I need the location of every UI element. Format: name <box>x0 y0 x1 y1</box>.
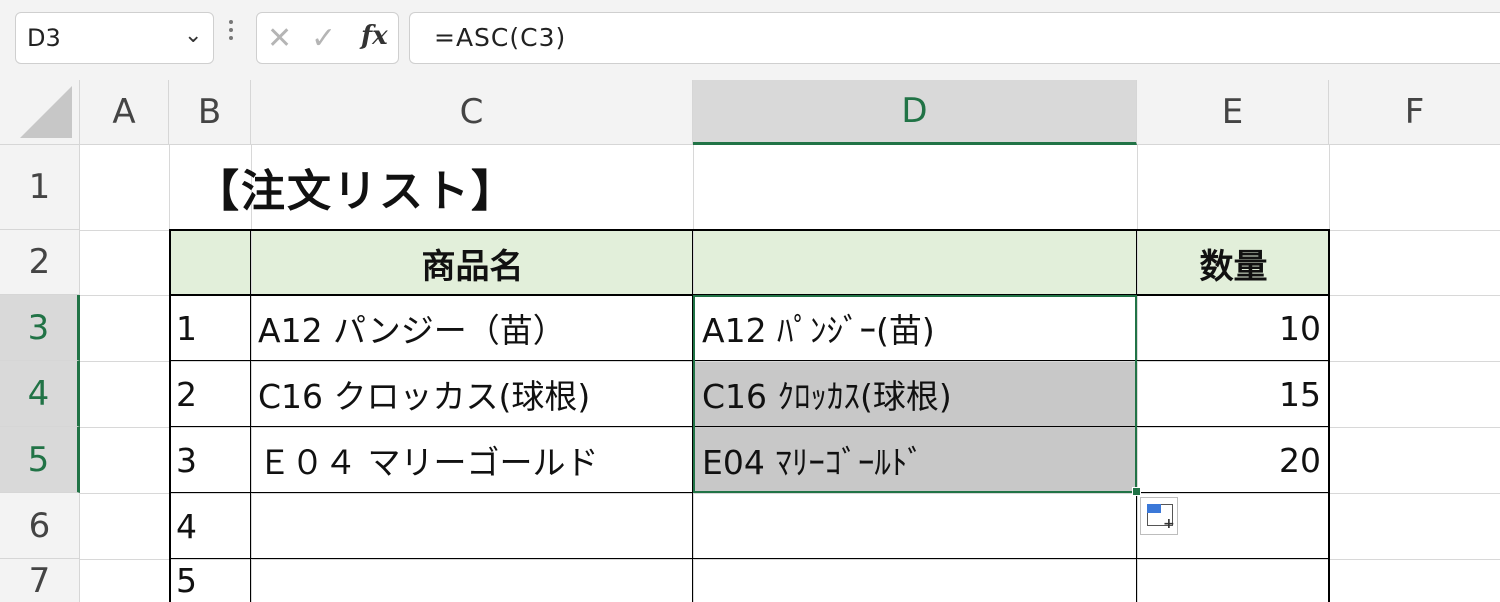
header-cell-quantity[interactable]: 数量 <box>1138 231 1329 295</box>
sheet-title[interactable]: 【注文リスト】 <box>195 155 517 219</box>
formula-text: =ASC(C3) <box>434 23 567 52</box>
cell-d7[interactable] <box>702 559 1137 602</box>
cell-c4[interactable]: C16 クロッカス(球根) <box>258 361 693 427</box>
cell-c5[interactable]: Ｅ０４ マリーゴールド <box>258 427 693 493</box>
cell-b5[interactable]: 3 <box>176 427 251 493</box>
cell-b7[interactable]: 5 <box>176 559 251 602</box>
row-header-2[interactable]: 2 <box>0 230 80 295</box>
quick-analysis-icon[interactable]: + <box>1140 497 1178 535</box>
table-border <box>169 229 1330 231</box>
cell-e4[interactable]: 15 <box>1137 361 1329 427</box>
cell-b6[interactable]: 4 <box>176 493 251 559</box>
column-header-b[interactable]: B <box>169 80 251 145</box>
cancel-icon[interactable]: ✕ <box>267 21 292 56</box>
column-header-c[interactable]: C <box>251 80 693 145</box>
table-border <box>169 558 1330 559</box>
column-header-d[interactable]: D <box>693 80 1137 145</box>
header-cell-product-name[interactable]: 商品名 <box>252 231 693 295</box>
chevron-down-icon[interactable]: ⌄ <box>184 23 202 48</box>
column-header-f[interactable]: F <box>1329 80 1500 145</box>
cell-e7[interactable] <box>1137 559 1329 602</box>
cell-c6[interactable] <box>258 493 693 559</box>
drag-handle-icon[interactable] <box>228 20 234 48</box>
cell-b4[interactable]: 2 <box>176 361 251 427</box>
table-border <box>1328 229 1330 602</box>
row-header-3[interactable]: 3 <box>0 295 80 361</box>
enter-icon[interactable]: ✓ <box>311 21 336 56</box>
name-box-value: D3 <box>27 24 61 52</box>
cell-b3[interactable]: 1 <box>176 295 251 361</box>
select-all-button[interactable] <box>0 80 80 145</box>
header-cell-b[interactable] <box>170 231 251 295</box>
insert-function-icon[interactable]: fx <box>361 21 388 51</box>
fill-handle[interactable] <box>1132 487 1141 496</box>
formula-buttons: ✕ ✓ fx <box>256 12 399 64</box>
cell-d6[interactable] <box>702 493 1137 559</box>
row-header-1[interactable]: 1 <box>0 145 80 230</box>
header-cell-d[interactable] <box>694 231 1137 295</box>
row-header-4[interactable]: 4 <box>0 361 80 427</box>
row-header-5[interactable]: 5 <box>0 427 80 493</box>
cell-c7[interactable] <box>258 559 693 602</box>
name-box[interactable]: D3 ⌄ <box>15 12 214 64</box>
column-header-a[interactable]: A <box>80 80 169 145</box>
cell-e5[interactable]: 20 <box>1137 427 1329 493</box>
formula-input[interactable]: =ASC(C3) <box>409 12 1500 64</box>
table-border <box>250 229 251 602</box>
cell-c3[interactable]: A12 パンジー（苗） <box>258 295 693 361</box>
row-header-6[interactable]: 6 <box>0 493 80 559</box>
table-border <box>169 229 171 602</box>
selection-range <box>693 295 1137 493</box>
column-header-e[interactable]: E <box>1137 80 1329 145</box>
cell-e3[interactable]: 10 <box>1137 295 1329 361</box>
row-header-7[interactable]: 7 <box>0 559 80 602</box>
